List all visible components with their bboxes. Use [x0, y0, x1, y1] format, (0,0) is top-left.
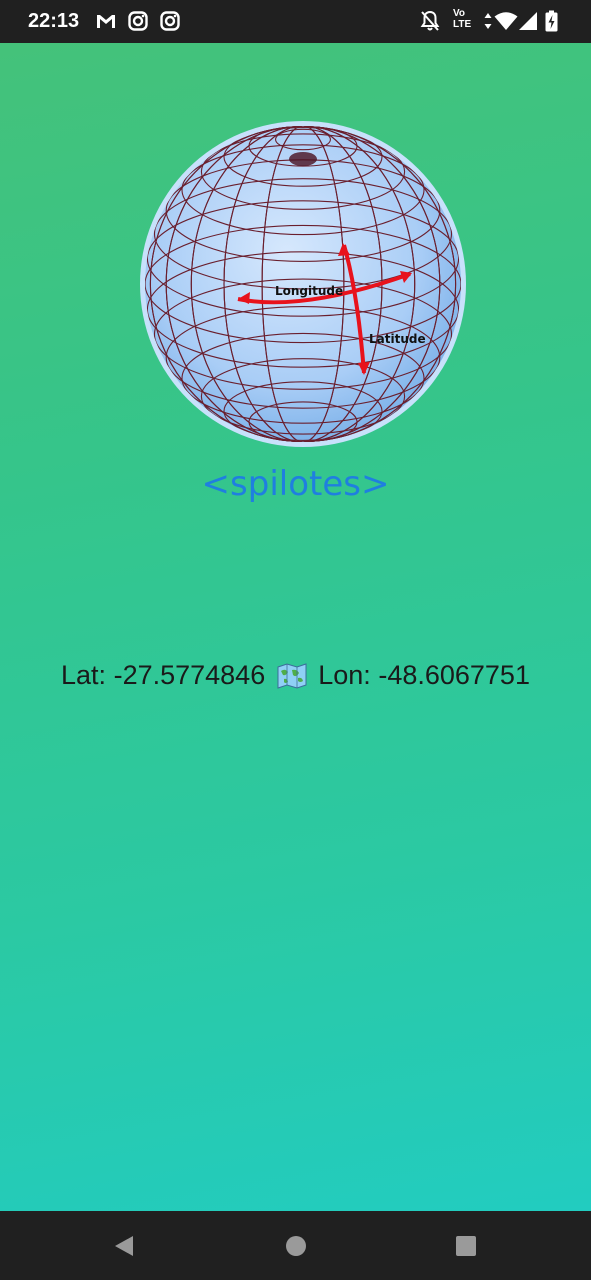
gmail-icon — [95, 11, 117, 36]
home-button[interactable] — [283, 1233, 309, 1259]
wifi-icon — [494, 11, 518, 36]
volte-icon: Vo LTE — [453, 8, 479, 34]
world-map-icon — [277, 663, 307, 696]
lon-label: Lon: — [318, 660, 371, 690]
home-icon — [286, 1236, 306, 1256]
brand-title: <spilotes> — [201, 464, 390, 504]
volte-top-label: Vo — [453, 8, 466, 19]
data-arrows-icon — [484, 12, 492, 35]
back-icon — [115, 1236, 133, 1256]
main-content: Longitude Latitude <spilotes> Lat: -27.5… — [0, 43, 591, 1211]
status-time: 22:13 — [28, 10, 80, 32]
lon-value: -48.6067751 — [378, 660, 530, 690]
bell-off-icon — [420, 10, 440, 37]
back-button[interactable] — [111, 1233, 137, 1259]
instagram-icon — [128, 11, 148, 36]
globe-illustration: Longitude Latitude — [138, 119, 468, 449]
longitude-label: Longitude — [275, 284, 343, 298]
volte-bottom-label: LTE — [453, 19, 472, 30]
coordinates-line: Lat: -27.5774846 Lon: -48.6067751 — [0, 660, 591, 696]
globe-pole — [289, 152, 317, 166]
recents-icon — [456, 1236, 476, 1256]
lat-value: -27.5774846 — [113, 660, 266, 690]
lat-label: Lat: — [61, 660, 107, 690]
battery-charging-icon — [545, 10, 558, 37]
instagram-icon-2 — [160, 11, 180, 36]
status-bar: 22:13 Vo LTE — [0, 0, 591, 43]
latitude-label: Latitude — [369, 332, 426, 346]
globe-icon: Longitude Latitude — [140, 121, 466, 447]
cell-signal-icon — [518, 11, 538, 36]
recents-button[interactable] — [453, 1233, 479, 1259]
navigation-bar — [0, 1211, 591, 1280]
app-screen: 22:13 Vo LTE Longitude Latitude <spilote… — [0, 0, 591, 1280]
